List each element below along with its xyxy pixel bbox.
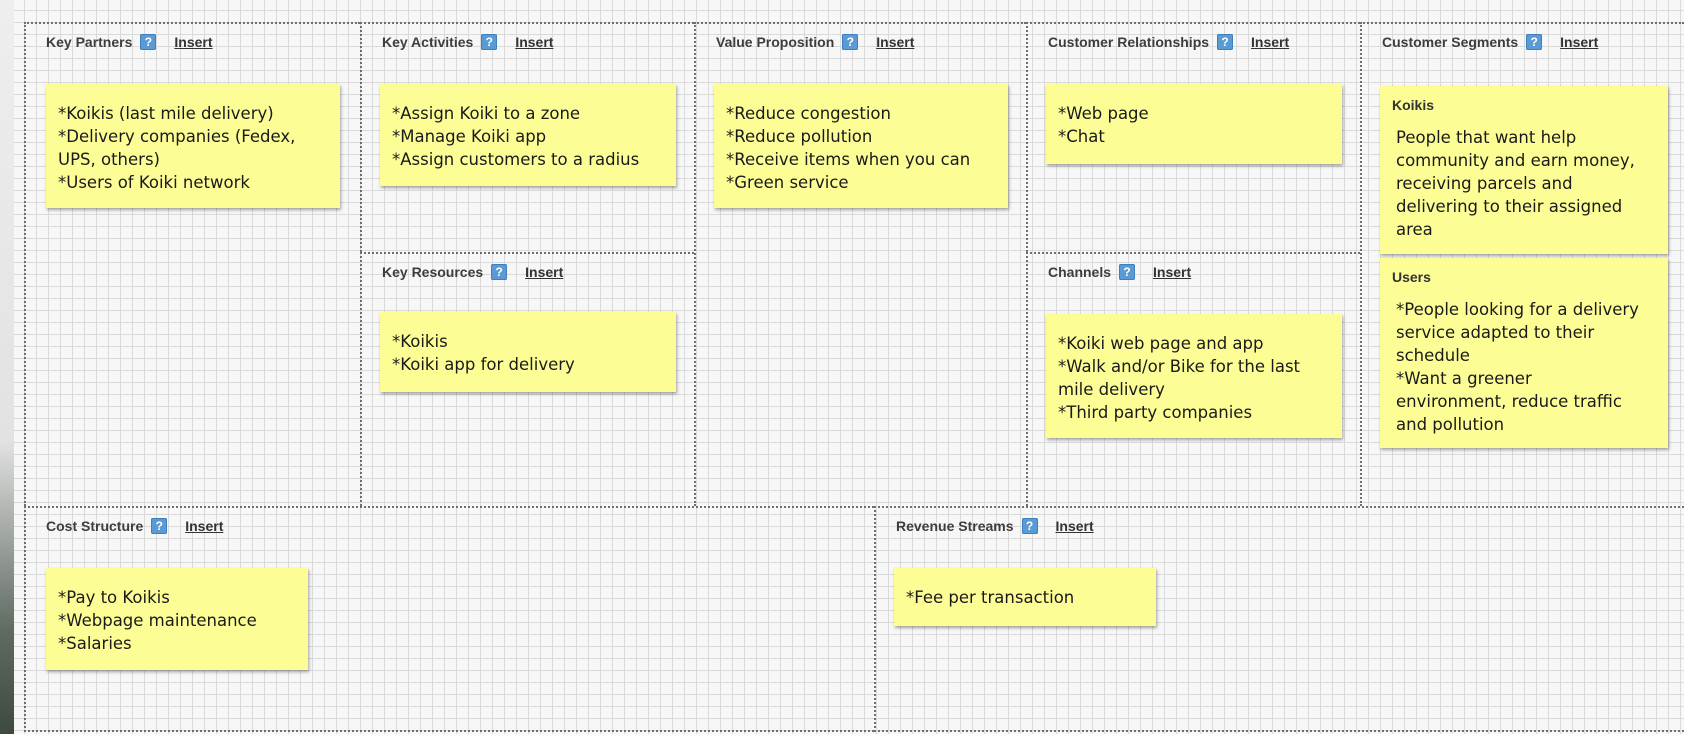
section-title: Key Activities [382, 34, 474, 50]
section-revenue-streams: Revenue Streams ? Insert *Fee per transa… [874, 506, 1684, 732]
note-line: UPS, others) [58, 150, 160, 169]
section-header: Key Activities ? Insert [382, 34, 553, 50]
section-title: Key Partners [46, 34, 133, 50]
note-line: area [1396, 220, 1433, 239]
note-line: *Chat [1058, 127, 1105, 146]
note-line: schedule [1396, 346, 1470, 365]
sticky-note[interactable]: *Pay to Koikis *Webpage maintenance *Sal… [46, 568, 308, 670]
note-title: Koikis [1392, 97, 1435, 113]
sticky-note[interactable]: *Fee per transaction [894, 568, 1156, 626]
insert-link[interactable]: Insert [174, 34, 212, 50]
note-line: *Webpage maintenance [58, 611, 257, 630]
insert-link[interactable]: Insert [1056, 518, 1094, 534]
help-icon[interactable]: ? [140, 34, 157, 50]
note-line: *Want a greener [1396, 369, 1532, 388]
section-header: Channels ? Insert [1048, 264, 1191, 280]
help-icon[interactable]: ? [1119, 264, 1136, 280]
help-icon[interactable]: ? [481, 34, 498, 50]
note-line: *Pay to Koikis [58, 588, 170, 607]
note-line: *Assign customers to a radius [392, 150, 640, 169]
note-line: *Koikis [392, 332, 448, 351]
note-line: *Reduce congestion [726, 104, 891, 123]
section-title: Revenue Streams [896, 518, 1014, 534]
note-line: receiving parcels and [1396, 174, 1573, 193]
sticky-note[interactable]: *Web page *Chat [1046, 84, 1342, 164]
section-header: Key Resources ? Insert [382, 264, 563, 280]
note-line: *Koiki app for delivery [392, 355, 575, 374]
section-channels: Channels ? Insert *Koiki web page and ap… [1026, 252, 1360, 506]
insert-link[interactable]: Insert [876, 34, 914, 50]
section-header: Cost Structure ? Insert [46, 518, 223, 534]
note-line: community and earn money, [1396, 151, 1635, 170]
section-key-partners: Key Partners ? Insert *Koikis (last mile… [24, 22, 360, 506]
note-line: *Receive items when you can [726, 150, 971, 169]
help-icon[interactable]: ? [1526, 34, 1543, 50]
insert-link[interactable]: Insert [525, 264, 563, 280]
help-icon[interactable]: ? [491, 264, 508, 280]
section-title: Cost Structure [46, 518, 144, 534]
note-line: and pollution [1396, 415, 1505, 434]
note-line: *People looking for a delivery [1396, 300, 1639, 319]
note-line: environment, reduce traffic [1396, 392, 1622, 411]
note-line: *Green service [726, 173, 849, 192]
sticky-note[interactable]: *Koikis *Koiki app for delivery [380, 312, 676, 392]
note-line: mile delivery [1058, 380, 1165, 399]
section-title: Key Resources [382, 264, 484, 280]
note-line: delivering to their assigned [1396, 197, 1623, 216]
sticky-note[interactable]: Users *People looking for a delivery ser… [1380, 258, 1668, 448]
note-line: *Delivery companies (Fedex, [58, 127, 296, 146]
section-key-activities: Key Activities ? Insert *Assign Koiki to… [360, 22, 694, 252]
note-line: *Assign Koiki to a zone [392, 104, 581, 123]
note-line: *Koiki web page and app [1058, 334, 1264, 353]
sticky-note[interactable]: *Koikis (last mile delivery) *Delivery c… [46, 84, 340, 208]
sticky-note[interactable]: *Reduce congestion *Reduce pollution *Re… [714, 84, 1008, 208]
note-line: *Users of Koiki network [58, 173, 250, 192]
section-header: Customer Relationships ? Insert [1048, 34, 1289, 50]
note-line: *Koikis (last mile delivery) [58, 104, 274, 123]
note-line: *Salaries [58, 634, 132, 653]
section-value-proposition: Value Proposition ? Insert *Reduce conge… [694, 22, 1026, 506]
section-title: Customer Relationships [1048, 34, 1210, 50]
section-customer-relationships: Customer Relationships ? Insert *Web pag… [1026, 22, 1360, 252]
note-line: *Walk and/or Bike for the last [1058, 357, 1301, 376]
section-title: Channels [1048, 264, 1112, 280]
note-line: *Reduce pollution [726, 127, 873, 146]
section-customer-segments: Customer Segments ? Insert Koikis People… [1360, 22, 1684, 506]
note-title: Users [1392, 269, 1431, 285]
sticky-note[interactable]: *Assign Koiki to a zone *Manage Koiki ap… [380, 84, 676, 186]
help-icon[interactable]: ? [842, 34, 859, 50]
section-header: Customer Segments ? Insert [1382, 34, 1598, 50]
help-icon[interactable]: ? [1021, 518, 1038, 534]
left-edge-strip [0, 0, 14, 734]
note-line: *Third party companies [1058, 403, 1253, 422]
note-line: People that want help [1396, 128, 1577, 147]
note-line: *Fee per transaction [906, 588, 1075, 607]
note-line: *Manage Koiki app [392, 127, 547, 146]
section-key-resources: Key Resources ? Insert *Koikis *Koiki ap… [360, 252, 694, 506]
section-header: Revenue Streams ? Insert [896, 518, 1094, 534]
sticky-note[interactable]: *Koiki web page and app *Walk and/or Bik… [1046, 314, 1342, 438]
business-model-canvas: Key Partners ? Insert *Koikis (last mile… [14, 0, 1684, 734]
section-header: Key Partners ? Insert [46, 34, 213, 50]
section-header: Value Proposition ? Insert [716, 34, 914, 50]
insert-link[interactable]: Insert [1153, 264, 1191, 280]
insert-link[interactable]: Insert [1251, 34, 1289, 50]
insert-link[interactable]: Insert [515, 34, 553, 50]
note-line: service adapted to their [1396, 323, 1595, 342]
section-cost-structure: Cost Structure ? Insert *Pay to Koikis *… [24, 506, 874, 732]
sticky-note[interactable]: Koikis People that want help community a… [1380, 86, 1668, 254]
section-title: Customer Segments [1382, 34, 1519, 50]
help-icon[interactable]: ? [1217, 34, 1234, 50]
note-line: *Web page [1058, 104, 1149, 123]
help-icon[interactable]: ? [151, 518, 168, 534]
insert-link[interactable]: Insert [1560, 34, 1598, 50]
insert-link[interactable]: Insert [185, 518, 223, 534]
section-title: Value Proposition [716, 34, 835, 50]
